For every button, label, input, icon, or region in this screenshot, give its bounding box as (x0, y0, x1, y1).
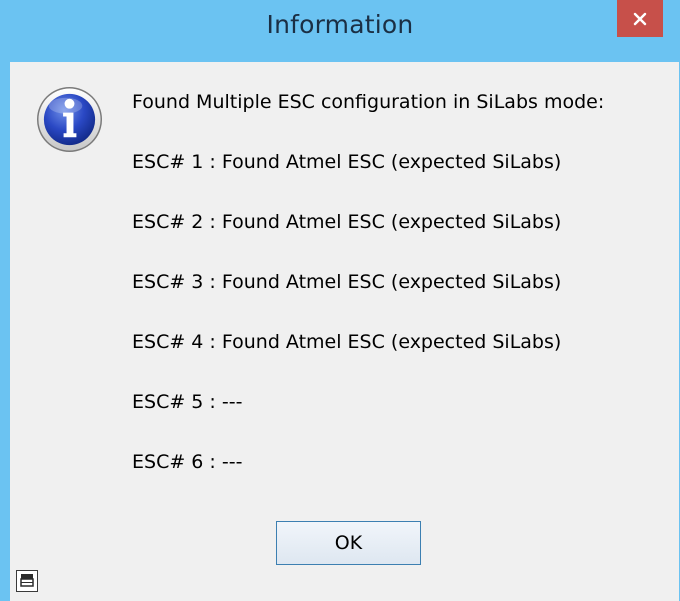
message-line: ESC# 1 : Found Atmel ESC (expected SiLab… (132, 151, 562, 173)
message-line: ESC# 5 : --- (132, 391, 243, 413)
dialog-title: Information (266, 10, 414, 39)
dialog-body: Found Multiple ESC configuration in SiLa… (10, 62, 679, 601)
message-line: ESC# 3 : Found Atmel ESC (expected SiLab… (132, 271, 562, 293)
message-line: ESC# 4 : Found Atmel ESC (expected SiLab… (132, 331, 562, 353)
message-text: Found Multiple ESC configuration in SiLa… (132, 90, 604, 510)
window-restore-icon[interactable] (16, 570, 38, 592)
info-icon (36, 86, 103, 153)
ok-button[interactable]: OK (276, 521, 421, 565)
message-line: Found Multiple ESC configuration in SiLa… (132, 91, 605, 113)
close-icon (633, 12, 647, 25)
message-line: ESC# 6 : --- (132, 451, 243, 473)
window-restore-icon-glyph (20, 574, 34, 587)
close-button[interactable] (617, 0, 663, 37)
information-dialog: Information Found Multiple ESC configura… (0, 0, 680, 601)
message-line: ESC# 2 : Found Atmel ESC (expected SiLab… (132, 211, 562, 233)
title-bar[interactable]: Information (0, 0, 680, 62)
